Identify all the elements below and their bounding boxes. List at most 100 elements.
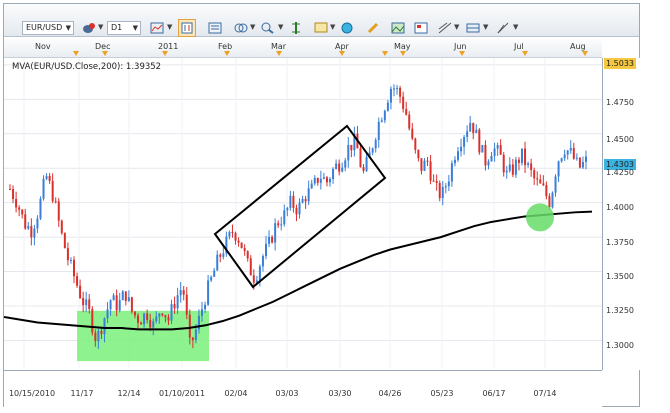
candle-body [188,314,191,338]
candle-body [383,110,386,121]
candle-body [496,145,499,149]
candle-body [146,313,149,321]
date-tick: 01/10/2011 [158,389,206,398]
candle-body [572,148,575,159]
price-axis[interactable]: 1.5033 1.4750 1.4500 1.4303 1.4250 1.400… [602,58,640,370]
period-select[interactable]: D1 ▼ [107,21,141,35]
chevron-down-icon[interactable]: ▼ [330,23,335,31]
image-icon[interactable] [389,19,407,37]
candle-body [130,297,133,312]
candle-body [347,144,350,161]
candle-body [511,164,514,175]
candle-body [539,179,542,184]
month-marker-icon [339,51,345,56]
candle-body [402,96,405,109]
candle-body [143,313,146,325]
candle-body [581,161,584,168]
month-label: May [394,42,411,51]
candle-body [313,177,316,184]
candle-body [97,330,100,342]
month-label: Mar [271,42,287,51]
candle-body [57,201,60,221]
candle-body [88,299,91,309]
candle-body [60,220,63,234]
candle-body [295,207,298,215]
month-label: Dec [95,42,111,51]
candle-body [204,304,207,310]
candle-body [21,209,24,215]
highlight-circle [526,203,554,232]
zoom-icon[interactable] [259,19,277,37]
symbol-value: EUR/USD [26,23,63,32]
trend-tools-icon[interactable] [436,19,454,37]
chart-type-icon[interactable] [148,19,166,37]
candle-body [399,87,402,97]
candle-body [499,145,502,155]
chevron-down-icon[interactable]: ▼ [513,23,518,31]
month-label: Jun [454,42,467,51]
date-tick: 04/26 [378,389,402,398]
candle-body [551,192,554,208]
candle-body [502,154,505,173]
chevron-down-icon[interactable]: ▼ [167,23,172,31]
candle-body [54,201,57,203]
candle-body [207,280,210,305]
chevron-down-icon[interactable]: ▼ [278,23,283,31]
candle-body [158,313,161,317]
candle-body [578,157,581,168]
candle-body [121,291,124,301]
candle-body [338,163,341,172]
candle-body [103,318,106,335]
top-price-badge: 1.5033 [604,58,636,69]
crosshair-icon[interactable] [80,19,98,37]
candle-body [161,313,164,316]
price-chart[interactable] [4,58,602,368]
period-value: D1 [111,23,123,32]
events-icon[interactable] [232,19,250,37]
candle-body [292,195,295,208]
candle-body [524,148,527,165]
candle-body [191,337,194,341]
date-tick: 03/30 [328,389,352,398]
candle-body [179,290,182,296]
chevron-down-icon[interactable]: ▼ [454,23,459,31]
month-label: Apr [335,42,349,51]
price-tick: 1.4750 [606,98,634,107]
candle-body [444,186,447,188]
annotation-icon[interactable] [312,19,330,37]
candle-body [201,309,203,316]
globe-icon[interactable] [338,19,356,37]
candle-body [307,188,310,202]
candle-body [359,148,362,168]
candle-body [362,167,365,171]
indicators-icon[interactable] [206,19,224,37]
candle-body [24,214,27,229]
candle-body [548,196,551,208]
candle-body [411,128,414,139]
candle-body [332,168,335,180]
chevron-down-icon[interactable]: ▼ [250,23,255,31]
layout-icon[interactable] [464,19,482,37]
cursor-icon[interactable] [287,19,305,37]
draw-icon[interactable] [494,19,512,37]
candle-body [341,167,344,172]
bar-style-icon[interactable] [178,19,196,37]
symbol-select[interactable]: EUR/USD ▼ [22,21,74,35]
candle-body [426,160,429,162]
candle-body [39,198,42,219]
date-axis[interactable]: 10/15/2010 11/17 12/14 01/10/2011 02/04 … [4,370,602,407]
candle-body [514,159,517,175]
candle-body [109,300,112,310]
candle-body [268,236,271,244]
candle-body [274,223,277,243]
candle-body [12,189,15,199]
candle-body [493,148,496,156]
candle-body [517,159,520,163]
pencil-icon[interactable] [364,19,382,37]
chevron-down-icon[interactable]: ▼ [483,23,488,31]
candle-body [185,294,188,315]
candle-body [322,177,325,179]
chevron-down-icon[interactable]: ▼ [98,23,103,31]
template-icon[interactable] [412,19,430,37]
candle-body [42,178,45,199]
